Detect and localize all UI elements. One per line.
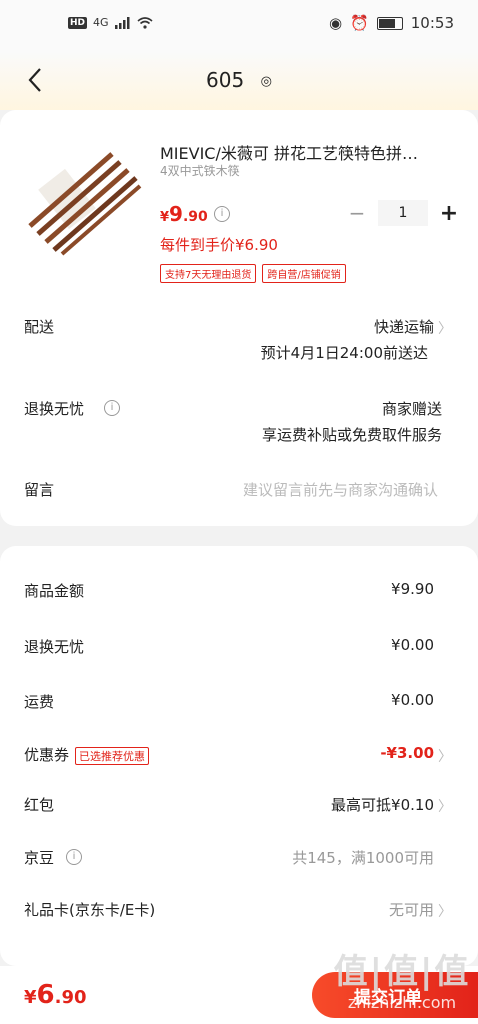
- price-integer: 9: [169, 202, 183, 226]
- increase-button[interactable]: +: [438, 201, 460, 226]
- price-currency: ¥: [160, 210, 170, 225]
- giftcard-label: 礼品卡(京东卡/E卡): [24, 901, 156, 919]
- delivery-method[interactable]: 快递运输: [374, 316, 434, 337]
- address-label: 605: [206, 68, 245, 92]
- return-fee-value: ¥0.00: [391, 636, 434, 654]
- alarm-icon: ⏰: [350, 14, 369, 32]
- location-pin-icon: ◎: [260, 74, 272, 89]
- return-tag: 支持7天无理由退货: [160, 264, 257, 283]
- total-currency: ¥: [24, 987, 37, 1008]
- network-label: 4G: [93, 16, 109, 29]
- status-bar: HD 4G ◉ ⏰ 10:53: [0, 0, 478, 52]
- eye-icon: ◉: [328, 14, 343, 32]
- status-right: ◉ ⏰ 10:53: [329, 14, 454, 32]
- return-info-icon[interactable]: i: [104, 400, 120, 416]
- shipping-value: ¥0.00: [391, 691, 434, 709]
- chopsticks-image: [24, 140, 142, 258]
- nav-bar: 605 ◎: [0, 52, 478, 110]
- return-fee-label: 退换无忧: [24, 638, 85, 656]
- redpacket-value[interactable]: 最高可抵¥0.10: [331, 794, 434, 815]
- coupon-label: 优惠券: [24, 746, 70, 764]
- total-decimal: .90: [54, 987, 87, 1008]
- wifi-icon: [137, 16, 153, 29]
- price-decimal: .90: [182, 209, 208, 225]
- coupon-chevron-icon[interactable]: 〉: [438, 746, 452, 766]
- battery-icon: [376, 16, 403, 30]
- order-item-card: MIEVIC/米薇可 拼花工艺筷特色拼… 4双中式铁木筷 ¥9.90 i − 1…: [0, 110, 478, 526]
- product-image[interactable]: [24, 140, 142, 258]
- coupon-badge: 已选推荐优惠: [75, 746, 150, 765]
- total-price: ¥6.90: [24, 980, 87, 1010]
- coupon-row[interactable]: 优惠券 已选推荐优惠: [24, 744, 150, 765]
- delivery-label: 配送: [24, 318, 55, 336]
- shipping-label: 运费: [24, 693, 55, 711]
- product-title[interactable]: MIEVIC/米薇可 拼花工艺筷特色拼…: [160, 140, 450, 164]
- product-price: ¥9.90: [160, 202, 208, 226]
- page-title[interactable]: 605 ◎: [0, 68, 478, 92]
- return-guarantee-label: 退换无忧: [24, 400, 85, 418]
- watermark-url: zhizhizhi.com: [347, 993, 457, 1012]
- each-price: 每件到手价¥6.90: [160, 236, 278, 254]
- watermark-logo: 值|值|值: [333, 952, 471, 992]
- hd-icon: HD: [68, 16, 88, 29]
- delivery-chevron-icon[interactable]: 〉: [438, 318, 452, 338]
- giftcard-chevron-icon[interactable]: 〉: [438, 901, 452, 921]
- jingdou-info-icon[interactable]: i: [66, 849, 82, 865]
- giftcard-value[interactable]: 无可用: [389, 899, 434, 920]
- status-left: HD 4G: [68, 16, 153, 29]
- message-input[interactable]: 建议留言前先与商家沟通确认: [243, 479, 438, 500]
- product-spec: 4双中式铁木筷: [160, 164, 240, 178]
- price-summary-card: 商品金额 ¥9.90 退换无忧 ¥0.00 运费 ¥0.00 优惠券 已选推荐优惠…: [0, 546, 478, 966]
- coupon-value[interactable]: -¥3.00: [380, 744, 434, 762]
- site-watermark: 值|值|值 zhizhizhi.com: [332, 944, 472, 1014]
- redpacket-label: 红包: [24, 796, 55, 814]
- return-guarantee-line1: 商家赠送: [381, 400, 442, 418]
- quantity-stepper: − 1 +: [346, 200, 460, 226]
- quantity-input[interactable]: 1: [378, 200, 428, 226]
- redpacket-chevron-icon[interactable]: 〉: [438, 796, 452, 816]
- jingdou-value: 共145，满1000可用: [292, 849, 434, 867]
- return-guarantee-line2: 享运费补贴或免费取件服务: [261, 426, 442, 444]
- delivery-eta: 预计4月1日24:00前送达: [260, 344, 428, 362]
- product-tags: 支持7天无理由退货 跨自营/店铺促销: [160, 264, 346, 283]
- promo-tag: 跨自营/店铺促销: [262, 264, 346, 283]
- total-integer: 6: [36, 980, 55, 1010]
- signal-icon: [114, 16, 130, 29]
- goods-amount-value: ¥9.90: [391, 580, 434, 598]
- clock-time: 10:53: [410, 14, 454, 32]
- message-label: 留言: [24, 481, 55, 499]
- price-info-icon[interactable]: i: [214, 206, 230, 222]
- decrease-button[interactable]: −: [346, 201, 368, 225]
- goods-amount-label: 商品金额: [24, 582, 85, 600]
- jingdou-label: 京豆: [24, 849, 55, 867]
